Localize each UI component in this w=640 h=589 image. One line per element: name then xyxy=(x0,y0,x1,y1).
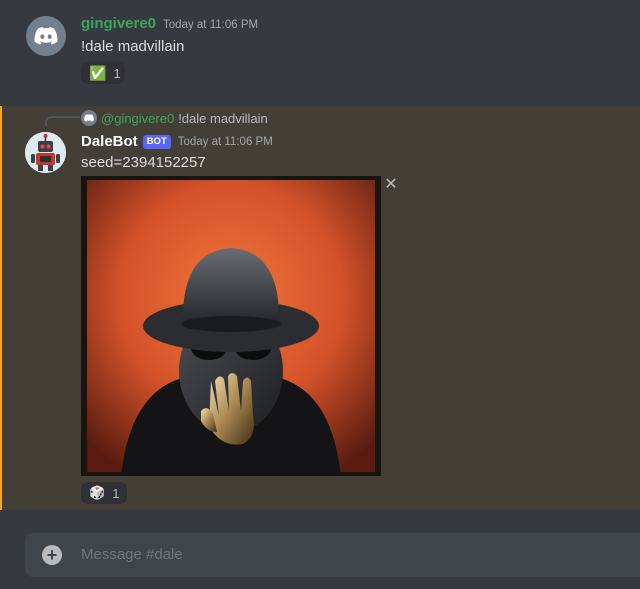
user-avatar[interactable] xyxy=(26,16,66,56)
reply-author[interactable]: @gingivere0 xyxy=(101,111,174,126)
message-input-placeholder[interactable]: Message #dale xyxy=(81,546,183,563)
reply-content[interactable]: !dale madvillain xyxy=(178,111,268,126)
reply-connector xyxy=(45,116,80,126)
message-content: seed=2394152257 xyxy=(81,154,206,171)
check-mark-icon: ✅ xyxy=(89,64,107,81)
timestamp[interactable]: Today at 11:06 PM xyxy=(163,19,258,31)
message-content: !dale madvillain xyxy=(81,38,185,55)
message-header: DaleBot BOT Today at 11:06 PM xyxy=(81,133,273,150)
robot-avatar-icon xyxy=(25,132,66,173)
author-name[interactable]: gingivere0 xyxy=(81,15,156,32)
bot-avatar[interactable] xyxy=(25,132,66,173)
discord-logo-icon xyxy=(84,114,94,122)
reply-reference[interactable]: @gingivere0 !dale madvillain xyxy=(81,110,268,126)
message-header: gingivere0 Today at 11:06 PM xyxy=(81,15,258,32)
message-dalebot: @gingivere0 !dale madvillain DaleBot BOT… xyxy=(0,106,640,510)
dice-icon: 🎲 xyxy=(89,485,106,500)
reaction-count: 1 xyxy=(113,65,121,81)
timestamp[interactable]: Today at 11:06 PM xyxy=(178,136,273,148)
reaction-dice[interactable]: 🎲 1 xyxy=(81,482,127,504)
reaction-count: 1 xyxy=(112,485,120,501)
close-icon[interactable]: ✕ xyxy=(384,177,398,193)
bot-tag: BOT xyxy=(142,134,171,149)
reaction-check[interactable]: ✅ 1 xyxy=(81,62,125,84)
message-composer[interactable]: + Message #dale xyxy=(25,533,640,577)
message-gingivere0: gingivere0 Today at 11:06 PM !dale madvi… xyxy=(0,0,640,105)
attachment-image[interactable] xyxy=(81,176,381,476)
discord-logo-icon xyxy=(34,27,58,45)
author-name[interactable]: DaleBot xyxy=(81,133,138,150)
reply-avatar xyxy=(81,110,97,126)
plus-circle-icon[interactable]: + xyxy=(42,545,62,565)
generated-image xyxy=(81,176,381,476)
